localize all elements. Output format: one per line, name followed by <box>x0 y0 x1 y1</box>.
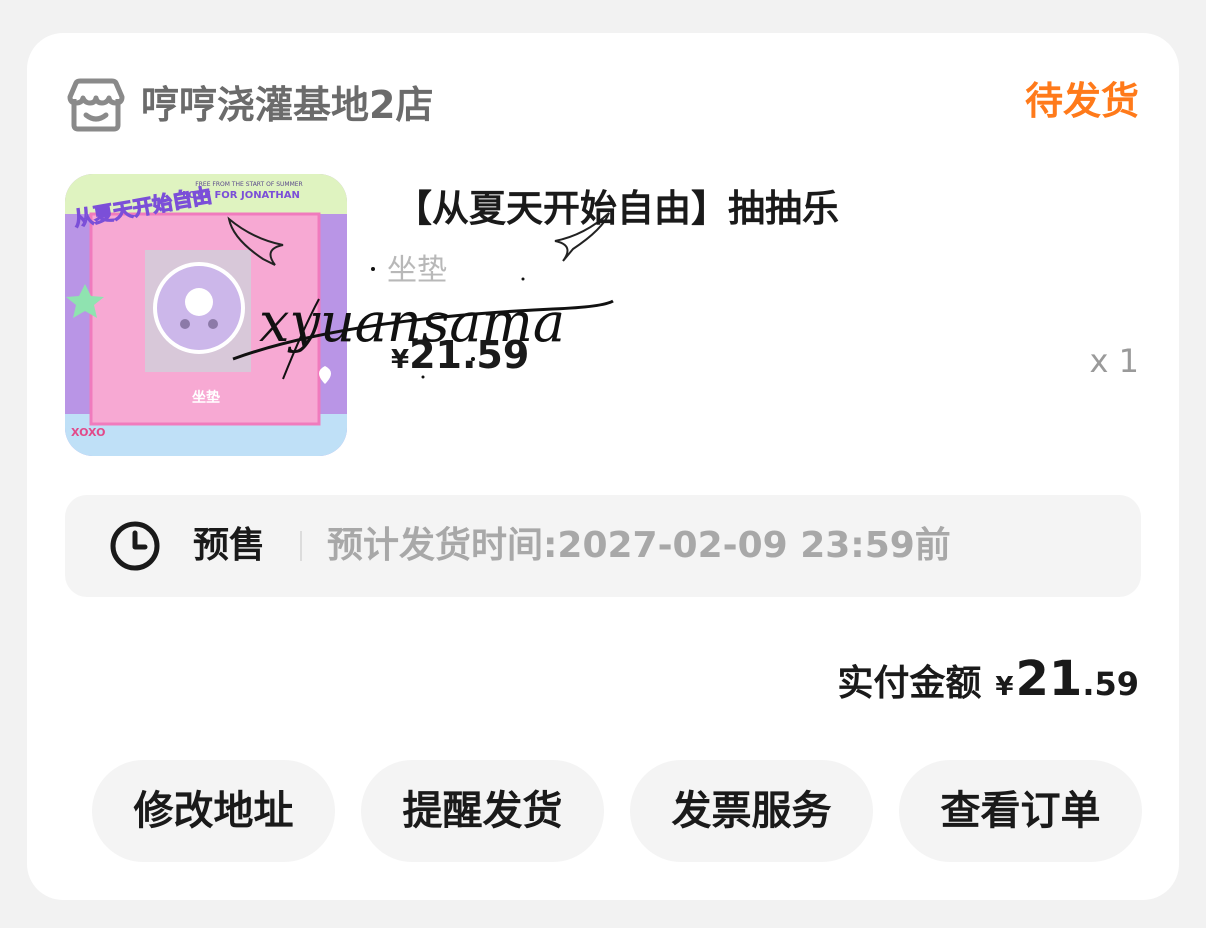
order-status: 待发货 <box>1024 79 1139 123</box>
order-card[interactable]: 哼哼浇灌基地2店 待发货 FREE FROM THE START OF SUMM… <box>27 33 1179 900</box>
thumb-caption: 坐垫 <box>192 389 220 406</box>
shop-icon <box>67 78 125 132</box>
total-paid: 实付金额 ¥21.59 <box>837 651 1139 707</box>
total-label: 实付金额 <box>837 663 982 704</box>
remind-ship-button[interactable]: 提醒发货 <box>361 760 604 862</box>
modify-address-button[interactable]: 修改地址 <box>92 760 335 862</box>
product-image: FREE FROM THE START OF SUMMER LOVE FOR J… <box>65 174 347 456</box>
thumb-banner-top: FREE FROM THE START OF SUMMER <box>195 181 302 188</box>
thumb-sticker: XOXO <box>71 426 106 439</box>
price-value: 21.59 <box>409 333 530 377</box>
presale-label: 预售 <box>193 525 266 566</box>
total-currency: ¥ <box>995 672 1014 702</box>
presale-info-bar: 预售 预计发货时间:2027-02-09 23:59前 <box>65 495 1141 597</box>
view-order-button[interactable]: 查看订单 <box>899 760 1142 862</box>
shop-name[interactable]: 哼哼浇灌基地2店 <box>141 77 433 133</box>
product-title[interactable]: 【从夏天开始自由】抽抽乐 <box>395 181 839 237</box>
price-currency: ¥ <box>391 345 410 375</box>
total-integer: 21 <box>1015 651 1083 707</box>
presale-divider <box>300 531 302 561</box>
product-quantity: x 1 <box>1089 342 1139 380</box>
clock-icon <box>110 521 160 571</box>
product-thumbnail[interactable]: FREE FROM THE START OF SUMMER LOVE FOR J… <box>65 174 347 456</box>
total-decimal: .59 <box>1082 665 1139 703</box>
presale-eta: 预计发货时间:2027-02-09 23:59前 <box>327 525 951 566</box>
invoice-service-button[interactable]: 发票服务 <box>630 760 873 862</box>
product-subtitle: 坐垫 <box>387 253 447 288</box>
product-price: ¥21.59 <box>391 333 529 377</box>
